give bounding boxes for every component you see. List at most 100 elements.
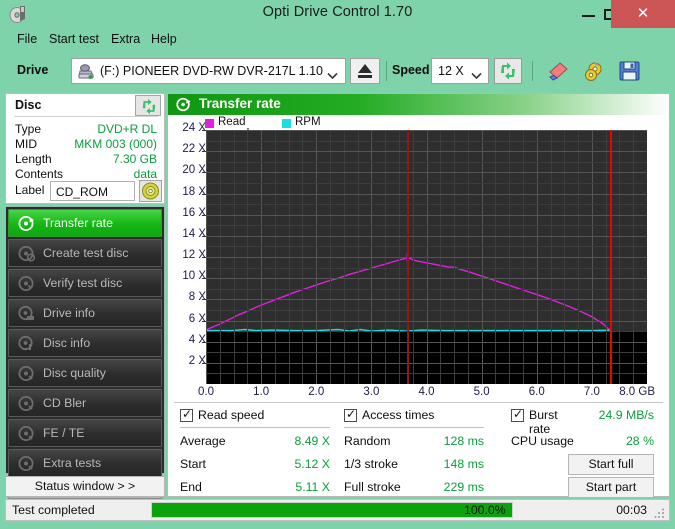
label-input[interactable]: CD_ROM — [50, 181, 135, 201]
start-part-button[interactable]: Start part — [568, 477, 654, 498]
legend-swatch-rpm — [282, 119, 291, 128]
disc-fete-icon — [18, 425, 35, 442]
sidebar-item-label: Create test disc — [43, 246, 128, 260]
right-panel: Transfer rate Read speed RPM 2 X4 X6 X8 … — [167, 93, 670, 497]
speed-select[interactable]: 12 X — [431, 58, 489, 84]
grid-line-minor-h — [206, 268, 647, 269]
grid-line-major-h — [206, 194, 647, 195]
disc-row-value: 7.30 GB — [113, 152, 157, 166]
cd-disc-icon — [141, 182, 160, 200]
chart-marker-layer-break — [407, 130, 409, 384]
sidebar-item-disc-info[interactable]: Disc info — [8, 329, 162, 357]
access-times-row-value: 128 ms — [414, 434, 484, 448]
status-message: Test completed — [12, 503, 95, 517]
close-button[interactable]: ✕ — [611, 0, 675, 28]
disc-label-button[interactable] — [139, 180, 162, 202]
disc-row-type: Type DVD+R DL — [6, 122, 166, 137]
read-speed-row-key: Average — [180, 434, 226, 448]
access-times-row-key: Random — [344, 434, 390, 448]
chart-header: Transfer rate — [168, 94, 669, 115]
grid-line-minor-h — [206, 162, 647, 163]
burst-rate-checkbox[interactable]: ✓ — [511, 409, 524, 422]
burn-button[interactable] — [580, 58, 608, 84]
refresh-button[interactable] — [494, 58, 522, 84]
disc-panel-title: Disc — [15, 98, 41, 112]
y-axis-tick-label: 8 X — [172, 291, 206, 303]
disc-row-length: Length 7.30 GB — [6, 152, 166, 167]
y-axis-tick-label: 2 X — [172, 355, 206, 367]
sidebar-item-label: FE / TE — [43, 426, 84, 440]
disc-extra-icon — [18, 455, 35, 472]
chevron-down-icon — [471, 67, 482, 75]
disc-verify-icon — [18, 275, 35, 292]
grid-line-minor-h — [206, 331, 647, 332]
menu-start-test[interactable]: Start test — [45, 31, 103, 48]
grid-line-major-h — [206, 130, 647, 131]
left-panel: Disc Type DVD+R DL MID MKM 003 (000) Len… — [5, 93, 165, 497]
elapsed-time: 00:03 — [616, 503, 647, 517]
sidebar-item-label: CD Bler — [43, 396, 86, 410]
grid-line-minor-h — [206, 225, 647, 226]
sidebar-item-verify-test-disc[interactable]: Verify test disc — [8, 269, 162, 297]
y-axis-tick-label: 20 X — [172, 164, 206, 176]
cpu-usage-value: 28 % — [569, 434, 654, 448]
access-times-checkbox[interactable]: ✓ — [344, 409, 357, 422]
chart-marker-disc-end — [610, 130, 612, 384]
chevron-down-icon — [327, 67, 338, 75]
progress-percent: 100.0% — [464, 503, 534, 517]
sidebar-item-transfer-rate[interactable]: Transfer rate — [8, 209, 162, 237]
drive-select-value: (F:) PIONEER DVD-RW DVR-217L 1.10 — [100, 64, 323, 78]
drive-select[interactable]: (F:) PIONEER DVD-RW DVR-217L 1.10 — [71, 58, 346, 84]
sidebar-item-extra-tests[interactable]: Extra tests — [8, 449, 162, 477]
disc-row-key: MID — [15, 137, 37, 151]
y-axis-tick-label: 10 X — [172, 270, 206, 282]
start-full-button[interactable]: Start full — [568, 454, 654, 475]
disc-row-value: DVD+R DL — [97, 122, 157, 136]
drive-label: Drive — [17, 63, 48, 77]
read-speed-row-value: 5.12 X — [250, 457, 330, 471]
resize-grip-icon[interactable] — [654, 506, 665, 517]
sidebar-item-drive-info[interactable]: Drive info — [8, 299, 162, 327]
check-icon: ✓ — [346, 408, 356, 421]
eraser-icon — [546, 60, 570, 82]
read-speed-row-key: Start — [180, 457, 206, 471]
x-axis-tick-label: 6.0 — [517, 386, 557, 398]
menu-help[interactable]: Help — [147, 31, 181, 48]
menu-file[interactable]: File — [13, 31, 41, 48]
burst-rate-value: 24.9 MB/s — [569, 408, 654, 422]
read-speed-checkbox[interactable]: ✓ — [180, 409, 193, 422]
grid-line-major-h — [206, 278, 647, 279]
chart-title-label: Transfer rate — [199, 96, 281, 111]
y-axis-tick-label: 4 X — [172, 334, 206, 346]
sidebar-item-cd-bler[interactable]: CD Bler — [8, 389, 162, 417]
check-icon: ✓ — [513, 408, 523, 421]
menu-extra[interactable]: Extra — [107, 31, 144, 48]
eject-icon — [355, 62, 375, 80]
sidebar-item-create-test-disc[interactable]: Create test disc — [8, 239, 162, 267]
disc-refresh-button[interactable] — [135, 95, 161, 116]
disc-row-value: data — [134, 167, 157, 181]
access-times-row-value: 148 ms — [414, 457, 484, 471]
progress-bar-fill — [152, 503, 512, 517]
x-axis-tick-label: 8.0 GB — [615, 386, 655, 398]
status-window-button[interactable]: Status window > > — [5, 476, 165, 497]
title-bar: Opti Drive Control 1.70 ✕ — [0, 0, 675, 28]
erase-button[interactable] — [544, 58, 572, 84]
legend-swatch-read-speed — [205, 119, 214, 128]
sidebar-item-label: Extra tests — [43, 456, 101, 470]
save-button[interactable] — [616, 58, 644, 84]
x-axis-tick-label: 3.0 — [351, 386, 391, 398]
grid-line-minor-h — [206, 183, 647, 184]
sidebar-item-disc-quality[interactable]: Disc quality — [8, 359, 162, 387]
status-window-button-label: Status window > > — [35, 479, 135, 493]
start-full-button-label: Start full — [588, 457, 633, 471]
grid-line-major-h — [206, 363, 647, 364]
y-axis-tick-label: 18 X — [172, 186, 206, 198]
x-axis-tick-label: 7.0 — [572, 386, 612, 398]
grid-line-major-h — [206, 257, 647, 258]
eject-button[interactable] — [350, 58, 380, 84]
grid-line-major-h — [206, 299, 647, 300]
sidebar-item-fe-te[interactable]: FE / TE — [8, 419, 162, 447]
start-part-button-label: Start part — [586, 480, 637, 494]
legend-label-rpm: RPM — [295, 116, 321, 128]
